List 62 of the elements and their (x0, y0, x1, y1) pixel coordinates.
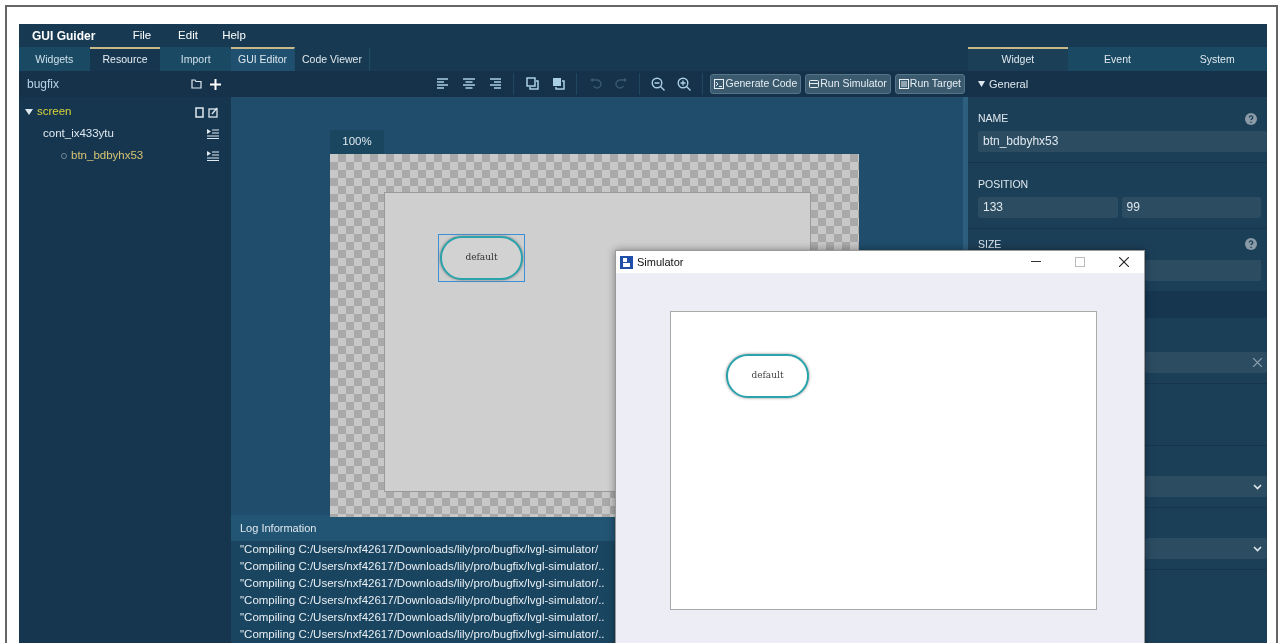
widget-button[interactable]: default (726, 354, 809, 398)
log-line: "Compiling C:/Users/nxf42617/Downloads/lily/pro/bugfix/lvgl-simulator/.. (239, 610, 606, 625)
section-title[interactable]: General (989, 75, 1029, 93)
tab[interactable]: Widgets (19, 47, 90, 71)
action-button[interactable]: Generate Code (710, 73, 802, 94)
tree-item[interactable]: cont_ix433ytu (43, 125, 207, 143)
action-button[interactable]: Run Target (894, 73, 965, 94)
menu-item[interactable]: Edit (165, 26, 211, 45)
app-title: GUI Guider (31, 27, 97, 45)
project-name: bugfix (27, 76, 61, 93)
tab[interactable]: GUI Editor (231, 47, 295, 71)
app-icon (620, 255, 633, 269)
field-label: NAME (978, 111, 1009, 126)
tree-item[interactable]: screen (37, 103, 195, 121)
field-label: SIZE (978, 236, 1002, 252)
monitor-icon (809, 78, 820, 89)
list-icon[interactable] (207, 151, 219, 161)
chip-icon (898, 78, 909, 89)
folder-icon[interactable] (191, 79, 202, 89)
tree-item[interactable]: btn_bdbyhx53 (71, 147, 207, 165)
add-icon[interactable] (210, 78, 221, 90)
tab[interactable]: Import (160, 47, 231, 71)
tab[interactable]: Event (1067, 47, 1168, 71)
chevron-down-icon (1253, 483, 1262, 490)
y-field[interactable]: 99 (1121, 196, 1261, 218)
list-icon[interactable] (207, 129, 219, 139)
zoom-level: 100% (330, 129, 384, 154)
window-title: Simulator (637, 254, 685, 270)
align-center-icon[interactable] (463, 78, 476, 90)
send-backward-icon[interactable] (551, 77, 565, 91)
action-button[interactable]: Run Simulator (805, 73, 891, 94)
field-label: POSITION (978, 176, 1029, 192)
menu-item[interactable]: File (119, 26, 165, 45)
chevron-down-icon (1253, 545, 1262, 552)
log-line: "Compiling C:/Users/nxf42617/Downloads/lily/pro/bugfix/lvgl-simulator/.. (239, 627, 606, 642)
align-right-icon[interactable] (489, 78, 502, 90)
minimize-icon[interactable] (1031, 261, 1041, 263)
x-field[interactable]: 133 (978, 196, 1118, 218)
zoom-in-icon[interactable] (677, 76, 692, 91)
tab[interactable]: System (1167, 47, 1267, 71)
help-icon[interactable] (1245, 238, 1257, 251)
terminal-icon (714, 78, 725, 89)
menu-item[interactable]: Help (211, 26, 257, 45)
expanded-icon[interactable] (978, 81, 985, 87)
widget-button[interactable]: default (440, 235, 523, 280)
help-icon[interactable] (1245, 112, 1257, 125)
close-icon[interactable] (1119, 257, 1129, 267)
log-line: "Compiling C:/Users/nxf42617/Downloads/lily/pro/bugfix/lvgl-simulator/.. (239, 559, 606, 574)
input-field[interactable] (1145, 352, 1267, 374)
width-field[interactable] (1145, 260, 1261, 282)
clear-icon[interactable] (1253, 358, 1262, 368)
screen-actions-icon[interactable] (195, 106, 219, 118)
zoom-out-icon[interactable] (651, 76, 666, 91)
bring-forward-icon[interactable] (525, 77, 539, 91)
log-line: "Compiling C:/Users/nxf42617/Downloads/lily/pro/bugfix/lvgl-simulator/ (239, 542, 600, 557)
dropdown-field[interactable] (1145, 476, 1267, 498)
log-line: "Compiling C:/Users/nxf42617/Downloads/lily/pro/bugfix/lvgl-simulator/.. (239, 576, 606, 591)
name-field[interactable]: btn_bdbyhx53 (978, 130, 1267, 152)
log-line: "Compiling C:/Users/nxf42617/Downloads/lily/pro/bugfix/lvgl-simulator/.. (239, 593, 606, 608)
align-left-icon[interactable] (437, 78, 450, 90)
expanded-icon[interactable] (25, 109, 33, 115)
dropdown-field[interactable] (1145, 538, 1267, 560)
